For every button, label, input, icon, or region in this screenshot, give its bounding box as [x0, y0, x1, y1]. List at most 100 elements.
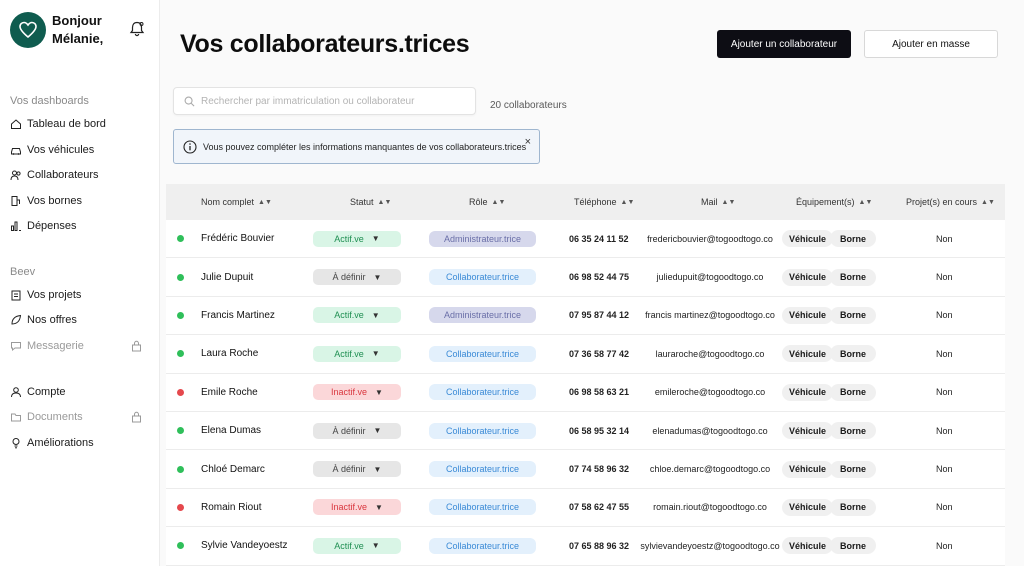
equipment-borne[interactable]: Borne	[830, 498, 876, 516]
search-box[interactable]	[173, 87, 476, 115]
email: lauraroche@togoodtogo.co	[655, 348, 765, 359]
collaborator-name: Julie Dupuit	[201, 271, 254, 283]
equipment-borne[interactable]: Borne	[830, 422, 876, 440]
sidebar-item-vos-véhicules[interactable]: Vos véhicules	[10, 140, 150, 160]
charger-icon	[10, 195, 22, 207]
equipment-vehicle[interactable]: Véhicule	[782, 383, 834, 401]
collaborators-table: Nom complet ▲▼ Statut ▲▼ Rôle ▲▼ Téléphone ▲…	[166, 184, 1005, 566]
table-row[interactable]: Elena Dumas À définir ▼ Collaborateur.trice…	[166, 411, 1005, 451]
table-row[interactable]: Romain Riout Inactif.ve ▼ Collaborateur.tri…	[166, 488, 1005, 528]
header-phone[interactable]: Téléphone ▲▼	[574, 197, 634, 207]
section-dashboards: Vos dashboards	[10, 95, 89, 107]
phone-number: 07 36 58 77 42	[569, 348, 630, 359]
email: juliedupuit@togoodtogo.co	[656, 272, 764, 283]
table-row[interactable]: Sylvie Vandeyoestz Actif.ve ▼ Collaborateur…	[166, 527, 1005, 566]
header-mail-label: Mail	[701, 197, 718, 207]
equipment-borne[interactable]: Borne	[830, 537, 876, 555]
chevron-down-icon: ▼	[371, 310, 380, 320]
header-role[interactable]: Rôle ▲▼	[469, 197, 505, 207]
phone-number: 06 98 58 63 21	[569, 387, 630, 398]
equipment-borne[interactable]: Borne	[830, 460, 876, 478]
equipment-borne[interactable]: Borne	[830, 268, 876, 286]
sidebar-item-vos-projets[interactable]: Vos projets	[10, 285, 150, 305]
status-dropdown[interactable]: Inactif.ve ▼	[313, 499, 401, 516]
logo[interactable]	[10, 12, 46, 48]
clipboard-icon	[10, 289, 22, 301]
equipment-borne[interactable]: Borne	[830, 345, 876, 363]
equipment-vehicle[interactable]: Véhicule	[782, 460, 834, 478]
header-projects-label: Projet(s) en cours	[906, 197, 978, 207]
sidebar: Bonjour Mélanie, Vos dashboards Beev Tab…	[0, 0, 160, 566]
table-row[interactable]: Emile Roche Inactif.ve ▼ Collaborateur.tric…	[166, 373, 1005, 412]
table-row[interactable]: Laura Roche Actif.ve ▼ Collaborateur.trice 0…	[166, 335, 1005, 374]
projects-value: Non	[936, 348, 953, 359]
sidebar-item-vos-bornes[interactable]: Vos bornes	[10, 191, 150, 211]
sidebar-item-dépenses[interactable]: Dépenses	[10, 216, 150, 236]
equipment-borne[interactable]: Borne	[830, 383, 876, 401]
page-title: Vos collaborateurs.trices	[180, 30, 470, 58]
add-collaborator-button[interactable]: Ajouter un collaborateur	[717, 30, 851, 58]
header-mail[interactable]: Mail ▲▼	[701, 197, 735, 207]
sidebar-item-label: Collaborateurs	[27, 169, 99, 181]
header-name[interactable]: Nom complet ▲▼	[201, 197, 272, 207]
header-status[interactable]: Statut ▲▼	[350, 197, 391, 207]
sidebar-item-améliorations[interactable]: Améliorations	[10, 433, 150, 453]
header-equipment[interactable]: Équipement(s) ▲▼	[796, 197, 872, 207]
equipment-vehicle[interactable]: Véhicule	[782, 345, 834, 363]
status-dropdown[interactable]: À définir ▼	[313, 461, 401, 478]
projects-value: Non	[936, 540, 953, 551]
role-badge: Collaborateur.trice	[429, 269, 536, 286]
phone-number: 06 58 95 32 14	[569, 425, 630, 436]
chevron-down-icon: ▼	[373, 272, 382, 282]
equipment-vehicle[interactable]: Véhicule	[782, 498, 834, 516]
greeting-line-1: Bonjour	[52, 13, 102, 28]
sidebar-item-label: Nos offres	[27, 314, 77, 326]
collaborator-count: 20 collaborateurs	[490, 100, 567, 111]
bell-icon[interactable]	[128, 20, 146, 38]
role-badge: Collaborateur.trice	[429, 537, 536, 554]
phone-number: 06 35 24 11 52	[569, 233, 629, 244]
table-row[interactable]: Francis Martinez Actif.ve ▼ Administrateur.…	[166, 296, 1005, 336]
table-row[interactable]: Julie Dupuit À définir ▼ Collaborateur.tric…	[166, 258, 1005, 297]
phone-number: 07 58 62 47 55	[569, 502, 630, 513]
equipment-vehicle[interactable]: Véhicule	[782, 422, 834, 440]
header-projects[interactable]: Projet(s) en cours ▲▼	[906, 197, 995, 207]
lock-icon	[131, 340, 142, 352]
equipment-borne[interactable]: Borne	[830, 230, 876, 248]
sort-icon: ▲▼	[721, 198, 736, 206]
status-dropdown[interactable]: Actif.ve ▼	[313, 345, 401, 362]
sidebar-item-label: Vos véhicules	[27, 144, 95, 156]
email: fredericbouvier@togoodtogo.co	[647, 233, 773, 244]
message-icon	[10, 340, 22, 352]
sort-icon: ▲▼	[620, 198, 635, 206]
user-icon	[10, 386, 22, 398]
table-row[interactable]: Frédéric Bouvier Actif.ve ▼ Administrateur.…	[166, 220, 1005, 259]
status-dropdown[interactable]: Inactif.ve ▼	[313, 384, 401, 401]
role-badge: Collaborateur.trice	[429, 461, 536, 478]
sidebar-item-collaborateurs[interactable]: Collaborateurs	[10, 165, 150, 185]
search-input[interactable]	[201, 95, 461, 107]
phone-number: 07 74 58 96 32	[569, 464, 630, 475]
header-equipment-label: Équipement(s)	[796, 197, 855, 207]
equipment-vehicle[interactable]: Véhicule	[782, 537, 834, 555]
status-dropdown[interactable]: Actif.ve ▼	[313, 307, 401, 324]
email: sylvievandeyoestz@togoodtogo.co	[640, 540, 780, 551]
sidebar-item-compte[interactable]: Compte	[10, 382, 150, 402]
table-row[interactable]: Chloé Demarc À définir ▼ Collaborateur.tric…	[166, 450, 1005, 489]
equipment-vehicle[interactable]: Véhicule	[782, 268, 834, 286]
status-dropdown[interactable]: Actif.ve ▼	[313, 537, 401, 554]
equipment-borne[interactable]: Borne	[830, 306, 876, 324]
equipment-vehicle[interactable]: Véhicule	[782, 306, 834, 324]
status-dropdown[interactable]: À définir ▼	[313, 422, 401, 439]
bulk-add-button[interactable]: Ajouter en masse	[864, 30, 998, 58]
status-dropdown[interactable]: Actif.ve ▼	[313, 230, 401, 247]
sidebar-item-nos-offres[interactable]: Nos offres	[10, 310, 150, 330]
close-icon[interactable]: ×	[525, 136, 531, 148]
equipment-vehicle[interactable]: Véhicule	[782, 230, 834, 248]
collaborator-name: Frédéric Bouvier	[201, 233, 275, 245]
sidebar-item-tableau-de-bord[interactable]: Tableau de bord	[10, 114, 150, 134]
sidebar-item-label: Compte	[27, 386, 66, 398]
role-badge: Administrateur.trice	[429, 307, 536, 324]
status-dropdown[interactable]: À définir ▼	[313, 269, 401, 286]
status-label: Inactif.ve	[331, 387, 368, 398]
